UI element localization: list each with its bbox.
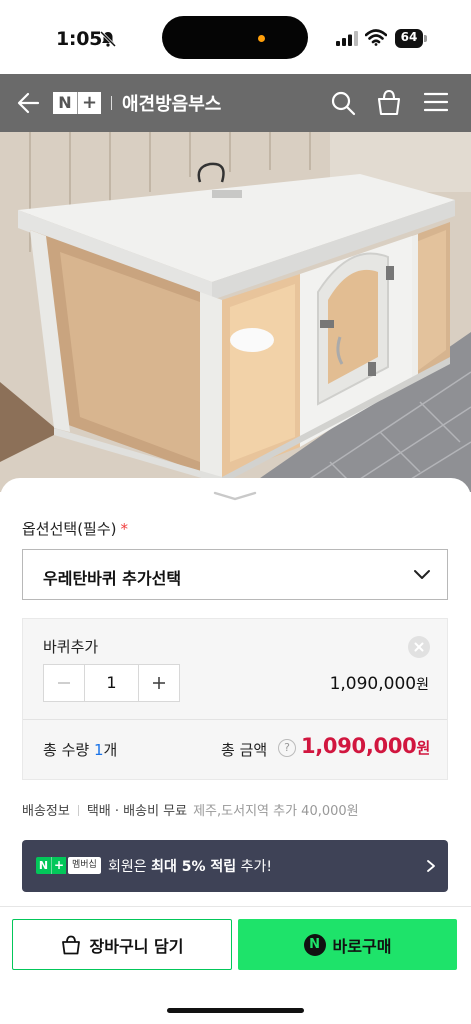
header-divider bbox=[111, 96, 112, 110]
menu-icon[interactable] bbox=[424, 91, 448, 113]
purchase-sheet: 옵션선택(필수)* 우레탄바퀴 추가선택 바퀴추가 1 1,090,000원 bbox=[0, 478, 471, 1024]
naver-plus-logo[interactable]: N + bbox=[53, 92, 101, 114]
recording-indicator-icon bbox=[258, 35, 265, 42]
decrease-quantity-button[interactable] bbox=[44, 665, 84, 701]
chevron-right-icon bbox=[427, 860, 435, 872]
total-quantity: 총 수량 1개 bbox=[43, 739, 117, 760]
total-amount: 1,090,000원 bbox=[301, 734, 430, 758]
increase-quantity-button[interactable] bbox=[139, 665, 179, 701]
shipping-method: 택배 · 배송비 무료 bbox=[86, 804, 188, 819]
selected-option-box: 바퀴추가 1 1,090,000원 총 수량 1개 총 금액 ? 1,090,0 bbox=[22, 618, 448, 780]
selected-item-name: 바퀴추가 bbox=[43, 638, 99, 656]
home-indicator[interactable] bbox=[167, 1008, 304, 1013]
item-price-value: 1,090,000 bbox=[329, 674, 417, 694]
total-amount-value: 1,090,000 bbox=[300, 734, 417, 758]
buy-now-button[interactable]: N 바로구매 bbox=[238, 919, 457, 970]
total-qty-unit: 개 bbox=[103, 741, 118, 759]
battery-icon: 64 bbox=[395, 29, 427, 48]
logo-plus: + bbox=[77, 92, 101, 114]
membership-text: 회원은 최대 5% 적립 추가! bbox=[108, 856, 272, 876]
badge-text: 멤버십 bbox=[68, 857, 101, 874]
remove-item-icon[interactable] bbox=[408, 636, 430, 658]
option-divider bbox=[23, 719, 447, 720]
battery-level: 64 bbox=[400, 30, 418, 44]
shipping-info: 배송정보 택배 · 배송비 무료 제주,도서지역 추가 40,000원 bbox=[22, 800, 359, 819]
quantity-value[interactable]: 1 bbox=[84, 665, 139, 701]
status-time: 1:05 bbox=[56, 28, 103, 50]
action-bar-divider bbox=[0, 906, 471, 907]
option-selected-value: 우레탄바퀴 추가선택 bbox=[43, 569, 182, 588]
product-photo[interactable] bbox=[0, 132, 471, 492]
required-mark: * bbox=[120, 520, 129, 538]
naver-plus-membership-badge: N + 멤버십 bbox=[36, 857, 101, 874]
shopping-bag-icon[interactable] bbox=[376, 89, 402, 116]
bell-slash-icon bbox=[99, 30, 117, 48]
back-arrow-icon[interactable] bbox=[16, 90, 42, 116]
add-to-cart-label: 장바구니 담기 bbox=[89, 936, 184, 956]
membership-text-before: 회원은 bbox=[108, 859, 152, 875]
shipping-extra-fee: 제주,도서지역 추가 40,000원 bbox=[193, 804, 359, 819]
badge-n: N bbox=[36, 857, 51, 874]
status-bar: 1:05 64 bbox=[0, 0, 471, 74]
wifi-icon bbox=[365, 29, 387, 46]
dynamic-island bbox=[162, 16, 308, 59]
app-header: N + 애견방음부스 bbox=[0, 74, 471, 132]
sheet-collapse-handle-icon[interactable] bbox=[211, 490, 259, 502]
quantity-stepper: 1 bbox=[43, 664, 180, 702]
total-amount-label: 총 금액 bbox=[221, 741, 268, 759]
minus-icon bbox=[58, 682, 70, 684]
shipping-label: 배송정보 bbox=[22, 804, 70, 819]
shipping-divider bbox=[77, 805, 79, 816]
shopping-bag-icon bbox=[61, 935, 80, 954]
membership-banner[interactable]: N + 멤버십 회원은 최대 5% 적립 추가! bbox=[22, 840, 448, 892]
option-dropdown[interactable]: 우레탄바퀴 추가선택 bbox=[22, 549, 448, 600]
option-title-text: 옵션선택(필수) bbox=[22, 520, 117, 538]
chevron-down-icon bbox=[414, 570, 430, 579]
logo-n: N bbox=[58, 93, 72, 112]
help-icon[interactable]: ? bbox=[278, 739, 296, 757]
signal-icon bbox=[336, 31, 358, 46]
search-icon[interactable] bbox=[330, 90, 356, 116]
total-qty-label: 총 수량 bbox=[43, 741, 94, 759]
naver-pay-icon: N bbox=[303, 933, 326, 956]
add-to-cart-button[interactable]: 장바구니 담기 bbox=[12, 919, 232, 970]
membership-text-bold: 최대 5% 적립 bbox=[151, 859, 237, 875]
item-price-unit: 원 bbox=[416, 677, 429, 693]
plus-icon bbox=[153, 677, 165, 689]
total-amount-unit: 원 bbox=[416, 739, 430, 757]
selected-item-price: 1,090,000원 bbox=[330, 674, 429, 694]
badge-plus: + bbox=[51, 857, 66, 874]
option-section-title: 옵션선택(필수) * bbox=[22, 518, 128, 539]
membership-text-after: 추가! bbox=[236, 859, 272, 875]
store-title[interactable]: 애견방음부스 bbox=[122, 90, 221, 116]
soundproof-booth-illustration bbox=[0, 132, 471, 492]
buy-now-label: 바로구매 bbox=[332, 936, 392, 956]
